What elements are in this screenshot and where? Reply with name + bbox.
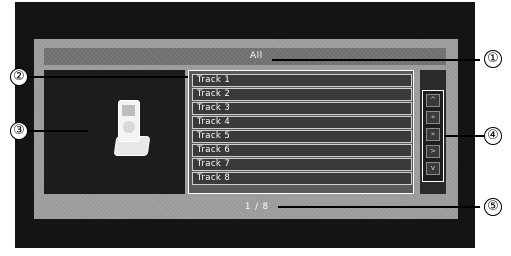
callout-5: ⑤ [484,198,502,216]
callout-line-4 [444,135,484,137]
ipod-icon [118,100,140,142]
track-row[interactable]: Track 5 [192,130,412,143]
track-row[interactable]: Track 3 [192,102,412,115]
album-art-area [44,70,185,194]
page-indicator: 1 / 8 [245,202,270,212]
track-label: Track 4 [197,117,231,127]
track-row[interactable]: Track 8 [192,172,412,185]
category-header [44,48,446,65]
scroll-down-icon[interactable]: v [426,162,440,175]
manual-figure: All Track 1 Track 2 Track 3 Track 4 Trac… [0,0,511,256]
track-label: Track 5 [197,131,231,141]
track-list: Track 1 Track 2 Track 3 Track 4 Track 5 … [192,74,412,186]
page-up-icon[interactable]: « [426,111,440,124]
track-label: Track 2 [197,89,231,99]
callout-line-1 [272,59,480,61]
callout-line-5 [278,206,480,208]
track-label: Track 3 [197,103,231,113]
next-icon[interactable]: > [426,145,440,158]
track-row[interactable]: Track 4 [192,116,412,129]
track-label: Track 6 [197,145,231,155]
callout-1: ① [484,50,502,68]
ipod-screen-icon [122,105,135,116]
callout-2: ② [10,68,28,86]
category-title: All [250,51,263,61]
callout-line-2 [28,76,188,78]
track-label: Track 1 [197,75,231,85]
track-row[interactable]: Track 7 [192,158,412,171]
track-label: Track 7 [197,159,231,169]
callout-3: ③ [10,122,28,140]
navigation-controls: ^ « » > v [422,90,444,182]
callout-4: ④ [484,127,502,145]
callout-line-3 [28,130,88,132]
track-row[interactable]: Track 1 [192,74,412,87]
track-label: Track 8 [197,173,231,183]
track-row[interactable]: Track 2 [192,88,412,101]
track-row[interactable]: Track 6 [192,144,412,157]
page-down-icon[interactable]: » [426,128,440,141]
scroll-up-icon[interactable]: ^ [426,94,440,107]
click-wheel-icon [123,121,135,133]
